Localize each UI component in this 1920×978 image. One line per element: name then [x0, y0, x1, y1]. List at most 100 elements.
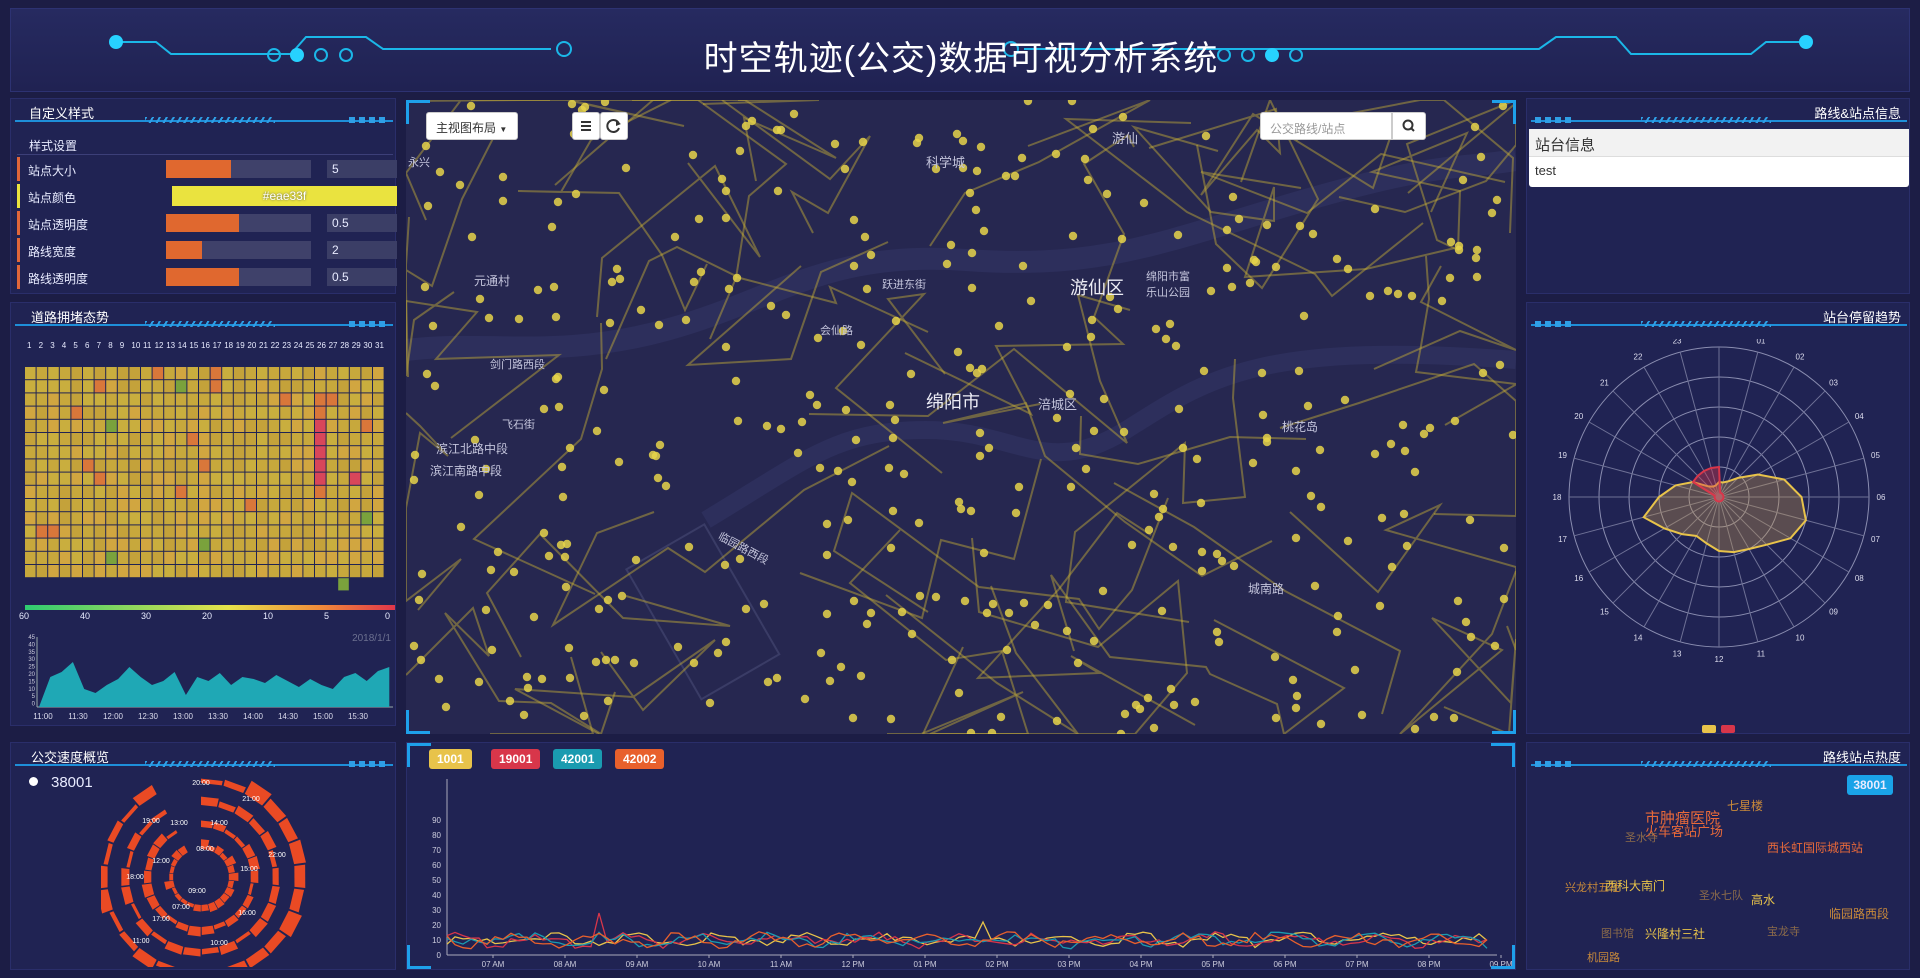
bus-stop [1099, 394, 1109, 404]
station-color-picker[interactable]: #eae33f [172, 186, 397, 206]
bus-stop [1113, 304, 1123, 314]
route-width-slider[interactable] [166, 241, 311, 259]
heatmap-cell [361, 525, 372, 538]
station-opacity-slider[interactable] [166, 214, 311, 232]
station-word[interactable]: 临园路西段 [1829, 905, 1889, 922]
heatmap-cell [117, 419, 129, 432]
route-opacity-input[interactable]: 0.5 [327, 268, 397, 286]
bus-stop [721, 342, 731, 352]
list-button[interactable] [572, 112, 600, 140]
heatmap-cell [280, 459, 291, 472]
bus-stop [689, 658, 699, 668]
bus-stop [1370, 204, 1380, 214]
y-tick: 10 [28, 687, 35, 693]
heatmap-cell [187, 459, 198, 472]
heatmap-cell [199, 406, 210, 419]
speed-bar [279, 910, 302, 938]
station-size-slider[interactable] [166, 160, 311, 178]
heatmap-cell [210, 485, 222, 498]
station-word[interactable]: 圣水七队 [1699, 887, 1743, 903]
bus-route [975, 511, 1196, 726]
bus-stop [1004, 608, 1014, 618]
route-width-input[interactable]: 2 [327, 241, 397, 259]
heatmap-cell [315, 472, 326, 485]
station-word[interactable]: 高水 [1751, 891, 1775, 908]
bus-stop [1217, 556, 1227, 566]
heatmap-cell [315, 538, 326, 551]
station-word[interactable]: 七星楼 [1727, 797, 1763, 814]
bus-stop [781, 310, 791, 320]
heatmap-cell [152, 551, 164, 564]
station-opacity-input[interactable]: 0.5 [327, 214, 397, 232]
station-word[interactable]: 宝龙寺 [1767, 923, 1800, 939]
station-word[interactable]: 圣水寺 [1625, 829, 1658, 845]
bus-route [1414, 255, 1516, 426]
heatmap-cell [36, 419, 48, 432]
heatmap-cell [129, 551, 140, 564]
bus-stop [434, 674, 444, 684]
station-word[interactable]: 西长虹国际城西站 [1767, 839, 1863, 856]
bus-stop [1119, 427, 1129, 437]
layout-dropdown[interactable]: 主视图布局 ▼ [426, 112, 518, 140]
heatmap-cell [303, 485, 314, 498]
heatmap-cell [25, 551, 36, 564]
bus-stop [594, 604, 604, 614]
bus-stop [1291, 703, 1301, 713]
hour-label: 00 [1715, 339, 1724, 340]
heatmap-cell [164, 512, 175, 525]
heatmap-cell [25, 406, 36, 419]
heatmap-cell [291, 459, 303, 472]
heatmap-cell [280, 485, 291, 498]
day-label: 18 [224, 341, 234, 350]
station-word[interactable]: 机园路 [1587, 949, 1620, 965]
series-legend: 1001 19001 42001 42002 [407, 743, 1007, 773]
station-word[interactable]: 西科大南门 [1605, 877, 1665, 894]
refresh-button[interactable] [600, 112, 628, 140]
speed-bar [135, 918, 153, 937]
color-scale-labels: 60 40 30 20 10 5 0 [19, 611, 397, 623]
station-word[interactable]: 图书馆 [1601, 925, 1634, 941]
bus-stop [1407, 291, 1417, 301]
heatmap-cell [373, 485, 384, 498]
bus-stop [688, 150, 698, 160]
bus-stop [822, 550, 832, 560]
bus-stop [858, 137, 868, 147]
hour-label: 22:00 [268, 852, 286, 859]
heatmap-cell [233, 380, 245, 393]
series-tag[interactable]: 1001 [429, 749, 472, 769]
heatmap-cell [361, 551, 372, 564]
main-map[interactable]: 永兴 元通村 剑门路西段 飞石街 滨江北路中段 滨江南路中段 科学城 游仙 游仙… [406, 100, 1516, 734]
search-input[interactable]: 公交路线/站点 [1260, 112, 1392, 140]
heatmap-cell [94, 367, 106, 380]
heatmap-cell [152, 380, 164, 393]
bus-stop [1212, 627, 1222, 637]
bus-stop [848, 713, 858, 723]
series-tag[interactable]: 42001 [553, 749, 603, 769]
bus-stop [836, 662, 846, 672]
legend-swatch[interactable] [1702, 725, 1716, 733]
series-tag[interactable]: 19001 [491, 749, 541, 769]
x-tick: 13:30 [208, 712, 229, 721]
heatmap-cell [94, 419, 106, 432]
speed-bar [242, 894, 254, 909]
legend-swatch[interactable] [1721, 725, 1735, 733]
hour-label: 07 [1871, 535, 1880, 544]
heatmap-cell [257, 393, 268, 406]
bus-stop [612, 264, 622, 274]
series-tag[interactable]: 42002 [615, 749, 665, 769]
station-word[interactable]: 兴隆村三社 [1645, 925, 1705, 942]
bus-stop [996, 712, 1006, 722]
heatmap-cell [71, 367, 82, 380]
search-button[interactable] [1392, 112, 1426, 140]
bus-stop [556, 540, 566, 550]
route-opacity-slider[interactable] [166, 268, 311, 286]
heatmap-cell [129, 406, 140, 419]
heatmap-cell [315, 406, 326, 419]
bus-stop [600, 100, 610, 107]
bus-stop [551, 374, 561, 384]
x-tick: 12:00 [103, 712, 124, 721]
station-size-input[interactable]: 5 [327, 160, 397, 178]
heatmap-cell [291, 499, 303, 512]
heatmap-cell [233, 472, 245, 485]
heatmap-cell [106, 525, 117, 538]
